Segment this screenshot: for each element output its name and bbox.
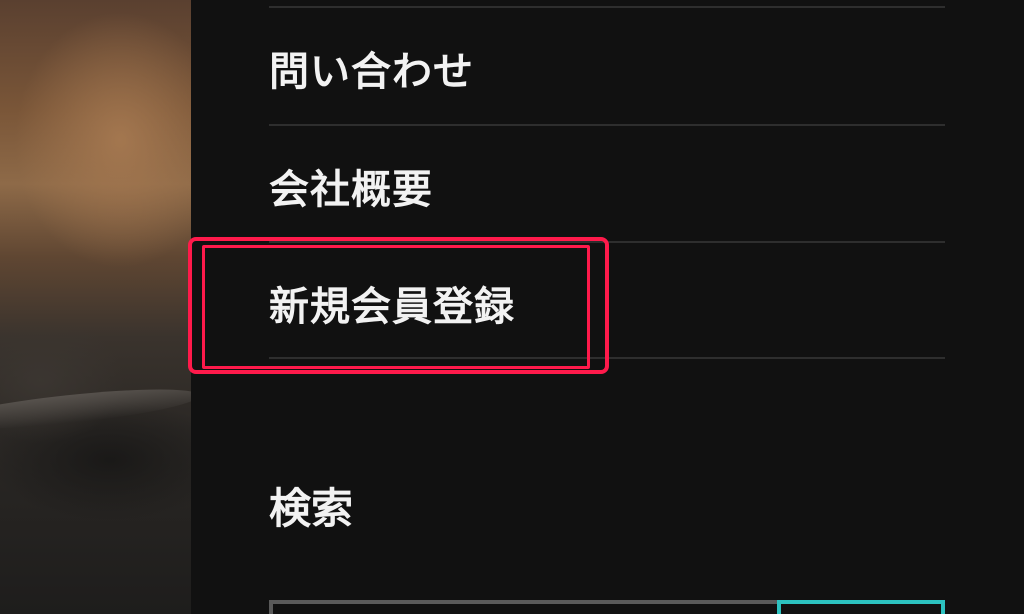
screen: 問い合わせ 会社概要 新規会員登録 検索 <box>0 0 1024 614</box>
menu-divider <box>269 124 945 126</box>
menu-item-label: 問い合わせ <box>269 49 474 95</box>
menu-divider <box>269 6 945 8</box>
highlight-annotation-inner <box>202 245 590 369</box>
search-button[interactable] <box>777 600 945 614</box>
menu-item-label: 会社概要 <box>269 167 433 213</box>
menu-item-company-profile[interactable]: 会社概要 <box>269 128 945 244</box>
search-heading: 検索 <box>269 483 354 533</box>
highlight-annotation <box>188 237 609 374</box>
record-disc-edge <box>0 381 201 437</box>
menu-item-contact[interactable]: 問い合わせ <box>269 10 945 126</box>
background-photo <box>0 0 201 614</box>
search-input[interactable] <box>269 600 777 614</box>
